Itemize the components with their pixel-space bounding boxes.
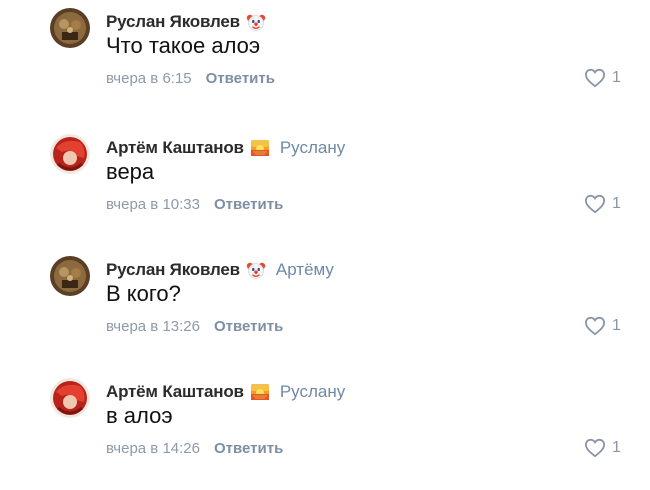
sunset-emoji-icon xyxy=(250,382,270,402)
avatar[interactable] xyxy=(50,134,90,174)
reply-to-link[interactable]: Артёму xyxy=(276,260,334,280)
avatar[interactable] xyxy=(50,8,90,48)
comment-time[interactable]: вчера в 6:15 xyxy=(106,70,192,87)
comment-time[interactable]: вчера в 14:26 xyxy=(106,440,200,457)
clown-face-emoji-icon xyxy=(246,12,266,32)
heart-icon xyxy=(584,194,606,214)
comment-item: Артём Каштанов Руслану вера вчера в 10:3… xyxy=(0,126,650,246)
comment-text: В кого? xyxy=(106,281,181,306)
heart-icon xyxy=(584,438,606,458)
avatar[interactable] xyxy=(50,256,90,296)
comment-meta: вчера в 13:26 Ответить xyxy=(106,318,283,335)
avatar[interactable] xyxy=(50,378,90,418)
like-count: 1 xyxy=(612,317,621,334)
comment-item: Артём Каштанов Руслану в алоэ вчера в 14… xyxy=(0,370,650,490)
author-name[interactable]: Руслан Яковлев xyxy=(106,260,240,280)
reply-button[interactable]: Ответить xyxy=(214,196,283,213)
reply-button[interactable]: Ответить xyxy=(214,318,283,335)
author-name[interactable]: Артём Каштанов xyxy=(106,138,244,158)
reply-button[interactable]: Ответить xyxy=(206,70,275,87)
comment-header: Артём Каштанов Руслану xyxy=(106,382,345,402)
comment-meta: вчера в 10:33 Ответить xyxy=(106,196,283,213)
reply-to-link[interactable]: Руслану xyxy=(280,138,345,158)
reply-button[interactable]: Ответить xyxy=(214,440,283,457)
like-count: 1 xyxy=(612,439,621,456)
author-name[interactable]: Руслан Яковлев xyxy=(106,12,240,32)
author-name[interactable]: Артём Каштанов xyxy=(106,382,244,402)
sunset-emoji-icon xyxy=(250,138,270,158)
heart-icon xyxy=(584,68,606,88)
comment-text: в алоэ xyxy=(106,403,173,428)
heart-icon xyxy=(584,316,606,336)
comment-item: Руслан Яковлев Что такое алоэ вчера в 6:… xyxy=(0,0,650,120)
comment-meta: вчера в 6:15 Ответить xyxy=(106,70,275,87)
like-button[interactable]: 1 xyxy=(584,68,621,88)
comment-text: Что такое алоэ xyxy=(106,33,261,58)
comment-meta: вчера в 14:26 Ответить xyxy=(106,440,283,457)
like-button[interactable]: 1 xyxy=(584,438,621,458)
reply-to-link[interactable]: Руслану xyxy=(280,382,345,402)
comment-text: вера xyxy=(106,159,155,184)
like-button[interactable]: 1 xyxy=(584,316,621,336)
comment-header: Руслан Яковлев Артёму xyxy=(106,260,334,280)
comment-thread: Руслан Яковлев Что такое алоэ вчера в 6:… xyxy=(0,0,650,481)
comment-header: Руслан Яковлев xyxy=(106,12,266,32)
like-button[interactable]: 1 xyxy=(584,194,621,214)
like-count: 1 xyxy=(612,195,621,212)
comment-time[interactable]: вчера в 13:26 xyxy=(106,318,200,335)
comment-item: Руслан Яковлев Артёму В кого? вчера в 13… xyxy=(0,248,650,368)
comment-time[interactable]: вчера в 10:33 xyxy=(106,196,200,213)
comment-header: Артём Каштанов Руслану xyxy=(106,138,345,158)
clown-face-emoji-icon xyxy=(246,260,266,280)
like-count: 1 xyxy=(612,69,621,86)
